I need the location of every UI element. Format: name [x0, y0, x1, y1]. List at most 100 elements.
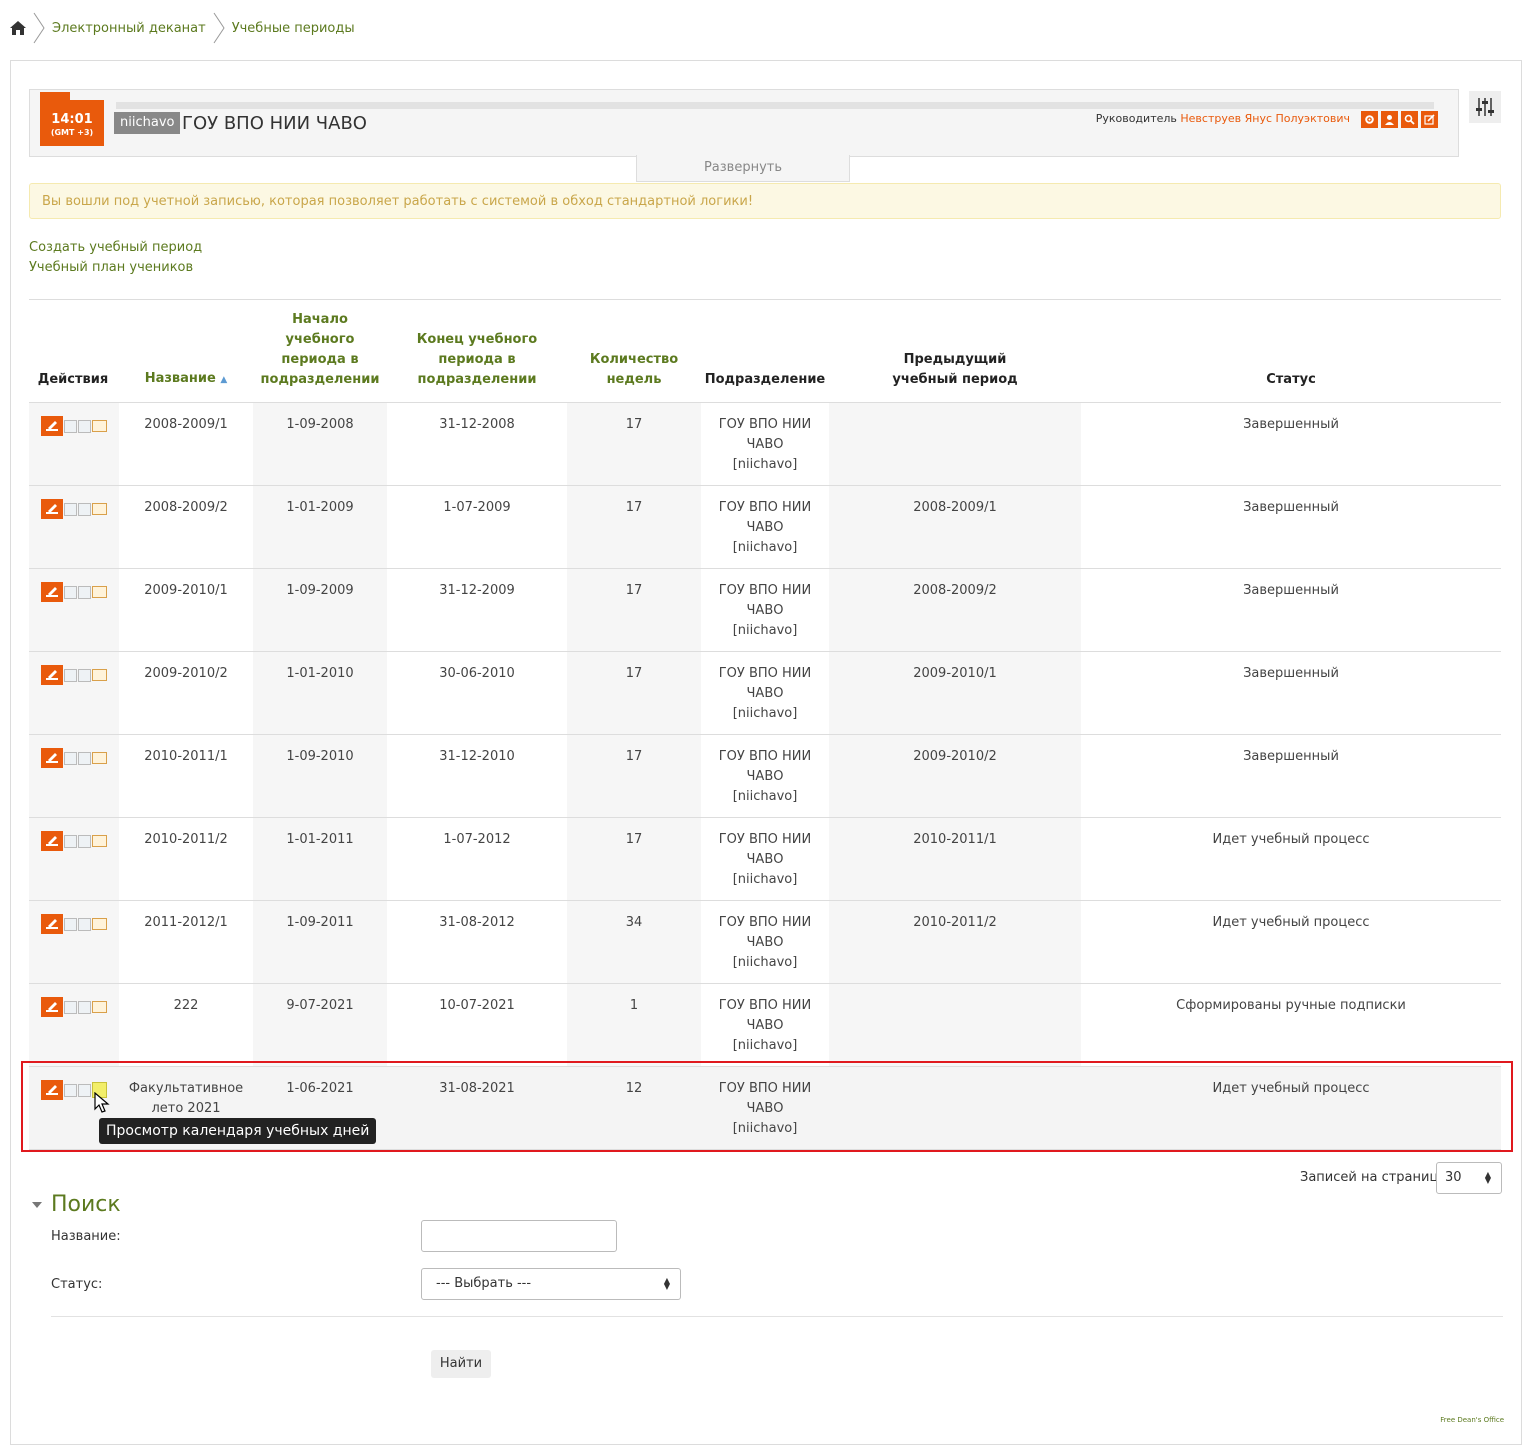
col-weeks[interactable]: Количество недель [567, 350, 701, 390]
cell-name: Факультативное лето 2021 [128, 1081, 244, 1116]
manager-name-link[interactable]: Невструев Янус Полуэктович [1180, 112, 1350, 125]
create-period-link[interactable]: Создать учебный период [29, 240, 202, 255]
edit-icon[interactable] [41, 416, 63, 436]
students-plan-link[interactable]: Учебный план учеников [29, 260, 193, 275]
subscribe-icon[interactable] [78, 1001, 91, 1014]
magnifier-icon[interactable] [64, 918, 77, 931]
footer-brand[interactable]: Free Dean's Office [1440, 1416, 1504, 1424]
cell-status: Идет учебный процесс [1212, 1081, 1370, 1096]
cell-end: 10-07-2021 [439, 998, 515, 1013]
subscribe-icon[interactable] [78, 1084, 91, 1097]
gear-icon[interactable] [1361, 111, 1378, 128]
cell-name: 2008-2009/1 [144, 417, 228, 432]
calendar-icon[interactable] [92, 918, 107, 930]
row-actions [41, 997, 107, 1017]
cell-previous: 2008-2009/2 [913, 583, 997, 598]
col-department: Подразделение [704, 372, 826, 387]
cell-previous: 2010-2011/1 [913, 832, 997, 847]
subscribe-icon[interactable] [78, 835, 91, 848]
cell-end: 1-07-2009 [443, 500, 511, 515]
subscribe-icon[interactable] [78, 503, 91, 516]
subscribe-icon[interactable] [78, 918, 91, 931]
cell-start: 1-09-2011 [286, 915, 354, 930]
cell-status: Завершенный [1243, 417, 1339, 432]
calendar-icon[interactable] [92, 835, 107, 847]
calendar-icon[interactable] [92, 503, 107, 515]
cell-department: ГОУ ВПО НИИ ЧАВО [niichavo] [718, 583, 812, 638]
magnifier-icon[interactable] [64, 752, 77, 765]
calendar-icon[interactable] [92, 1001, 107, 1013]
warning-alert: Вы вошли под учетной записью, которая по… [29, 183, 1501, 219]
collapse-caret-icon[interactable] [32, 1202, 42, 1208]
cell-end: 31-08-2012 [439, 915, 515, 930]
edit-icon[interactable] [41, 748, 63, 768]
edit-icon[interactable] [1421, 111, 1438, 128]
name-input[interactable] [421, 1220, 617, 1252]
col-start[interactable]: Начало учебного периода в подразделении [253, 310, 387, 390]
breadcrumb-dean-office[interactable]: Электронный деканат [52, 21, 206, 36]
col-name[interactable]: Название ▲ [119, 369, 253, 390]
cell-name: 222 [173, 998, 199, 1013]
subscribe-icon[interactable] [78, 420, 91, 433]
home-icon[interactable] [8, 18, 28, 38]
expand-tab[interactable]: Развернуть [636, 155, 850, 182]
cell-weeks: 17 [625, 666, 643, 681]
magnifier-icon[interactable] [64, 503, 77, 516]
breadcrumb-separator-icon [33, 12, 45, 44]
subscribe-icon[interactable] [78, 752, 91, 765]
magnifier-icon[interactable] [64, 1001, 77, 1014]
table-row: 2009-2010/1 1-09-2009 31-12-2009 17 ГОУ ВПО … [29, 569, 1501, 652]
per-page-select[interactable]: 30 ▲ ▼ [1436, 1162, 1502, 1194]
col-actions: Действия [37, 372, 109, 387]
magnifier-icon[interactable] [64, 420, 77, 433]
search-icon[interactable] [1401, 111, 1418, 128]
table-row: 2011-2012/1 1-09-2011 31-08-2012 34 ГОУ ВПО … [29, 901, 1501, 984]
manager-label: Руководитель [1095, 112, 1177, 125]
cell-end: 31-12-2009 [439, 583, 515, 598]
cell-previous: 2010-2011/2 [913, 915, 997, 930]
cell-weeks: 1 [629, 998, 639, 1013]
calendar-icon[interactable] [92, 586, 107, 598]
edit-icon[interactable] [41, 499, 63, 519]
cell-end: 31-08-2021 [439, 1081, 515, 1096]
search-title[interactable]: Поиск [51, 1192, 121, 1217]
calendar-icon[interactable] [92, 420, 107, 432]
status-select[interactable]: --- Выбрать --- ▲ ▼ [421, 1268, 681, 1300]
magnifier-icon[interactable] [64, 1084, 77, 1097]
clock-widget: 14:01 (GMT +3) [40, 92, 104, 146]
calendar-icon[interactable] [92, 669, 107, 681]
magnifier-icon[interactable] [64, 835, 77, 848]
cell-department: ГОУ ВПО НИИ ЧАВО [niichavo] [718, 417, 812, 472]
cell-department: ГОУ ВПО НИИ ЧАВО [niichavo] [718, 832, 812, 887]
cell-previous: 2009-2010/1 [913, 666, 997, 681]
table-header: Действия Название ▲ Начало учебного пери… [29, 300, 1501, 403]
col-end[interactable]: Конец учебного периода в подразделении [387, 330, 567, 390]
edit-icon[interactable] [41, 665, 63, 685]
edit-icon[interactable] [41, 997, 63, 1017]
cell-start: 9-07-2021 [286, 998, 354, 1013]
breadcrumb-periods[interactable]: Учебные периоды [232, 21, 355, 36]
col-previous: Предыдущий учебный период [892, 352, 1018, 387]
header-actions [1361, 111, 1438, 128]
row-actions [41, 831, 107, 851]
magnifier-icon[interactable] [64, 586, 77, 599]
edit-icon[interactable] [41, 914, 63, 934]
breadcrumb: Электронный деканат Учебные периоды [8, 12, 357, 44]
col-name-label: Название [144, 371, 216, 386]
edit-icon[interactable] [41, 831, 63, 851]
subscribe-icon[interactable] [78, 669, 91, 682]
cell-name: 2009-2010/2 [144, 666, 228, 681]
cell-end: 1-07-2012 [443, 832, 511, 847]
status-label: Статус: [51, 1277, 103, 1292]
clock-timezone: (GMT +3) [50, 128, 94, 137]
row-actions [41, 748, 107, 768]
sliders-icon[interactable] [1469, 91, 1501, 123]
edit-icon[interactable] [41, 582, 63, 602]
row-actions [41, 416, 107, 436]
find-button[interactable]: Найти [431, 1350, 491, 1378]
edit-icon[interactable] [41, 1080, 63, 1100]
subscribe-icon[interactable] [78, 586, 91, 599]
magnifier-icon[interactable] [64, 669, 77, 682]
user-icon[interactable] [1381, 111, 1398, 128]
calendar-icon[interactable] [92, 752, 107, 764]
